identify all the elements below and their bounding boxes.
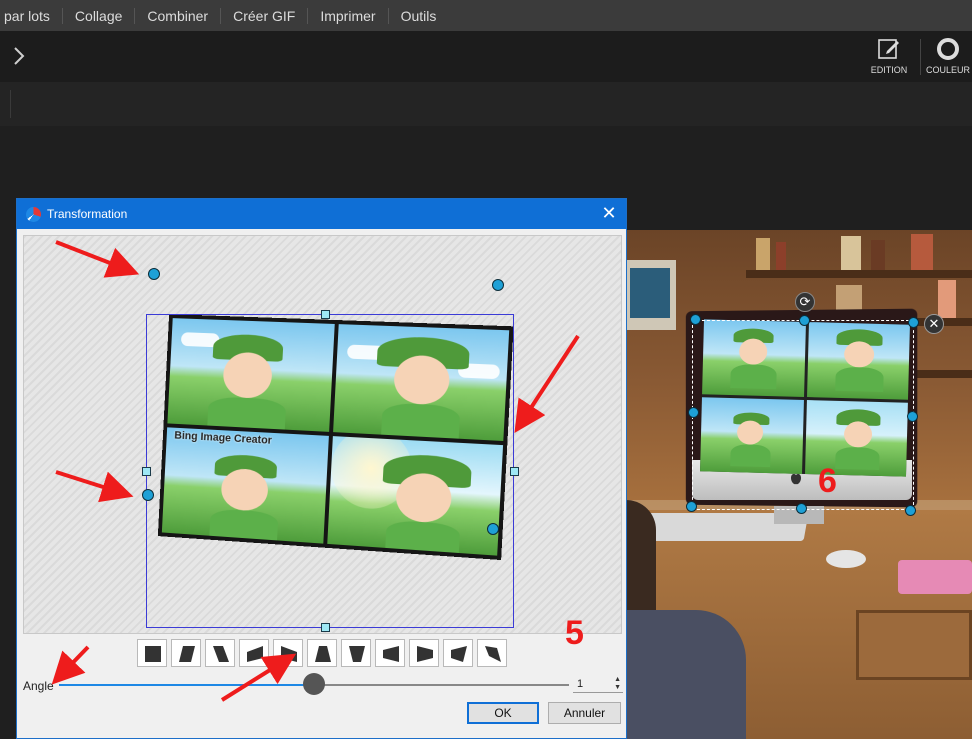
menu-collage[interactable]: Collage [63,7,136,24]
perspective-right-icon [247,646,263,662]
menu-outils[interactable]: Outils [389,8,449,24]
preset-skew-right[interactable] [171,639,201,667]
edge-handle-left[interactable] [688,407,699,418]
trapezoid-up-icon [315,646,331,662]
taper-right-icon [417,646,433,662]
close-icon[interactable]: ✕ [924,314,944,334]
square-icon [145,646,161,662]
angle-slider-fill [59,684,314,686]
chevron-right-icon[interactable] [10,44,28,68]
corner-handle-top-left[interactable] [690,314,701,325]
edge-handle-top[interactable] [799,315,810,326]
old-monitor-screen [630,268,670,318]
dialog-title: Transformation [47,207,128,221]
cancel-button[interactable]: Annuler [548,702,621,724]
bookshelf [746,270,972,278]
skew-left-icon [213,646,229,662]
divider [10,90,11,118]
app-window: par lots Collage Combiner Créer GIF Impr… [0,0,972,739]
book [756,238,770,270]
desk-drawer [856,610,972,680]
book [871,240,885,270]
angle-slider-thumb[interactable] [303,673,325,695]
menu-imprimer[interactable]: Imprimer [308,7,389,24]
edition-button[interactable]: EDITION [864,35,914,79]
preset-perspective-right[interactable] [239,639,269,667]
toolbar-divider [920,39,921,75]
menu-combiner[interactable]: Combiner [135,7,222,24]
menu-par-lots[interactable]: par lots [0,7,63,24]
transform-presets [137,639,507,667]
edge-handle-bottom[interactable] [796,503,807,514]
child-sweater [626,610,746,739]
transform-preview[interactable]: Bing Image Creator 5 [23,235,622,652]
secondary-toolbar [0,82,972,126]
preset-skew-left[interactable] [205,639,235,667]
corner-handle-bottom-left[interactable] [686,501,697,512]
transformation-dialog: Transformation ✕ Bing Image Creator 5 An… [16,198,627,739]
rotate-icon[interactable]: ⟳ [795,292,815,312]
bounding-box [146,314,514,628]
edge-handle-right[interactable] [907,411,918,422]
ok-button[interactable]: OK [467,702,539,724]
preset-square[interactable] [137,639,167,667]
edge-handle-left[interactable] [142,467,151,476]
annotation-label-6: 6 [818,462,837,500]
preset-taper-left[interactable] [375,639,405,667]
edition-label: EDITION [870,65,908,75]
color-circle-icon [937,38,959,60]
spin-arrows-icon[interactable]: ▲ ▼ [614,676,621,692]
corner-handle-bottom-left[interactable] [142,489,154,501]
corner-handle-bottom-right[interactable] [905,505,916,516]
preset-taper-right[interactable] [409,639,439,667]
preset-trapezoid-down[interactable] [341,639,371,667]
book [911,234,933,270]
edge-handle-bottom[interactable] [321,623,330,632]
edit-icon [878,39,899,59]
dialog-close-icon[interactable]: ✕ [600,204,618,222]
child-head [626,500,656,620]
corner-handle-bottom-right[interactable] [487,523,499,535]
angle-label: Angle [23,679,54,693]
corner-handle-top-left[interactable] [148,268,160,280]
preset-perspective-left[interactable] [273,639,303,667]
preset-trapezoid-up[interactable] [307,639,337,667]
mouse [826,550,866,568]
taper-left-icon [383,646,399,662]
annotation-label-5: 5 [565,614,584,652]
preset-parallelogram-reverse[interactable] [477,639,507,667]
corner-handle-top-right[interactable] [492,279,504,291]
corner-handle-top-right[interactable] [908,317,919,328]
perspective-left-icon [281,646,297,662]
edge-handle-top[interactable] [321,310,330,319]
book [841,236,861,270]
book [938,280,956,318]
selection-box[interactable] [692,320,914,510]
angle-spinbox[interactable]: 1 ▲ ▼ [573,675,623,693]
parallelogram-reverse-icon [485,646,501,662]
book [776,242,786,270]
menu-bar: par lots Collage Combiner Créer GIF Impr… [0,0,972,31]
parallelogram-icon [451,646,467,662]
trapezoid-down-icon [349,646,365,662]
edge-handle-right[interactable] [510,467,519,476]
menu-creer-gif[interactable]: Créer GIF [221,7,309,24]
preset-parallelogram[interactable] [443,639,473,667]
couleur-button[interactable]: COULEUR [923,35,972,79]
app-logo-icon [26,207,41,222]
angle-value: 1 [577,678,584,690]
skew-right-icon [179,646,195,662]
dialog-title-bar: Transformation [17,199,626,229]
couleur-label: COULEUR [925,65,970,75]
old-monitor [626,260,676,330]
toolbar: EDITION COULEUR [0,31,972,82]
pink-keyboard [898,560,972,594]
